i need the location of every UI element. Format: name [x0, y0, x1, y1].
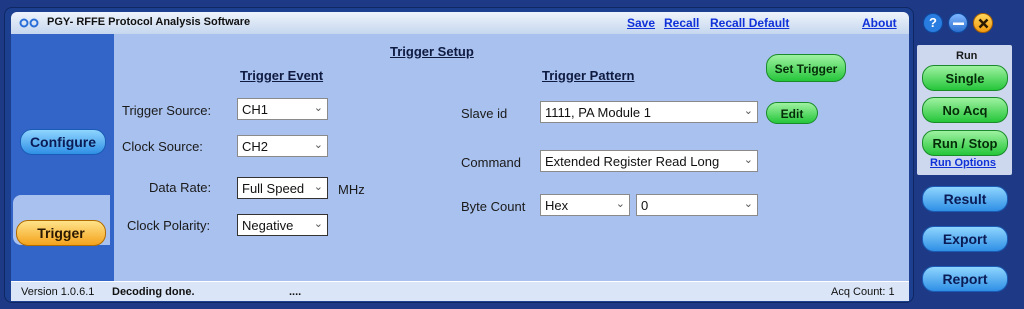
trigger-source-value: CH1	[242, 102, 269, 117]
clock-polarity-label: Clock Polarity:	[127, 218, 211, 233]
status-bar: Version 1.0.6.1 Decoding done. .... Acq …	[11, 281, 909, 301]
configure-button[interactable]: Configure	[20, 129, 106, 155]
trigger-button[interactable]: Trigger	[16, 220, 106, 246]
chevron-down-icon: ⌄	[313, 102, 323, 114]
edit-button[interactable]: Edit	[766, 102, 818, 124]
byte-count-select[interactable]: 0 ⌄	[636, 194, 758, 216]
command-label: Command	[461, 155, 521, 170]
trigger-source-select[interactable]: CH1 ⌄	[237, 98, 328, 120]
title-bar: PGY- RFFE Protocol Analysis Software Sav…	[11, 12, 909, 34]
trigger-event-heading: Trigger Event	[240, 68, 324, 83]
clock-source-label: Clock Source:	[122, 139, 203, 154]
data-rate-value: Full Speed	[242, 181, 305, 196]
slave-id-value: 1111, PA Module 1	[545, 105, 651, 120]
chevron-down-icon: ⌄	[743, 198, 753, 210]
app-logo-icon	[19, 18, 39, 28]
slave-id-select[interactable]: 1111, PA Module 1 ⌄	[540, 101, 758, 123]
main-window: PGY- RFFE Protocol Analysis Software Sav…	[4, 7, 914, 303]
run-options-link[interactable]: Run Options	[930, 157, 996, 169]
recall-default-link[interactable]: Recall Default	[710, 16, 789, 30]
close-icon[interactable]	[973, 13, 993, 33]
version-text: Version 1.0.6.1	[21, 286, 95, 298]
run-label: Run	[956, 50, 978, 62]
chevron-down-icon: ⌄	[743, 105, 753, 117]
clock-polarity-select[interactable]: Negative ⌄	[237, 214, 328, 236]
byte-count-label: Byte Count	[461, 199, 526, 214]
clock-source-select[interactable]: CH2 ⌄	[237, 135, 328, 157]
report-button[interactable]: Report	[922, 266, 1008, 292]
data-rate-unit: MHz	[338, 182, 365, 197]
byte-count-format-value: Hex	[545, 198, 569, 213]
trigger-source-label: Trigger Source:	[122, 103, 212, 118]
run-stop-button[interactable]: Run / Stop	[922, 130, 1008, 156]
command-select[interactable]: Extended Register Read Long ⌄	[540, 150, 758, 172]
trigger-setup-panel: Trigger Setup Trigger Event Trigger Sour…	[114, 34, 909, 281]
chevron-down-icon: ⌄	[313, 218, 323, 230]
acq-count: Acq Count: 1	[831, 286, 895, 298]
result-button[interactable]: Result	[922, 186, 1008, 212]
status-ellipsis: ....	[289, 286, 302, 298]
single-button[interactable]: Single	[922, 65, 1008, 91]
chevron-down-icon: ⌄	[313, 181, 323, 193]
recall-link[interactable]: Recall	[664, 16, 699, 30]
no-acq-button[interactable]: No Acq	[922, 97, 1008, 123]
help-icon[interactable]: ?	[923, 13, 943, 33]
byte-count-format-select[interactable]: Hex ⌄	[540, 194, 630, 216]
clock-source-value: CH2	[242, 139, 269, 154]
chevron-down-icon: ⌄	[615, 198, 625, 210]
export-button[interactable]: Export	[922, 226, 1008, 252]
chevron-down-icon: ⌄	[743, 154, 753, 166]
set-trigger-button[interactable]: Set Trigger	[766, 54, 846, 82]
trigger-setup-title: Trigger Setup	[390, 44, 474, 59]
trigger-pattern-heading: Trigger Pattern	[542, 68, 635, 83]
save-link[interactable]: Save	[627, 16, 655, 30]
clock-polarity-value: Negative	[242, 218, 294, 233]
slave-id-label: Slave id	[461, 106, 508, 121]
chevron-down-icon: ⌄	[313, 139, 323, 151]
command-value: Extended Register Read Long	[545, 154, 720, 169]
data-rate-select[interactable]: Full Speed ⌄	[237, 177, 328, 199]
minimize-icon[interactable]	[948, 13, 968, 33]
app-title: PGY- RFFE Protocol Analysis Software	[47, 16, 251, 28]
status-message: Decoding done.	[112, 286, 195, 298]
data-rate-label: Data Rate:	[149, 180, 212, 195]
about-link[interactable]: About	[862, 16, 897, 30]
byte-count-value: 0	[641, 198, 649, 213]
